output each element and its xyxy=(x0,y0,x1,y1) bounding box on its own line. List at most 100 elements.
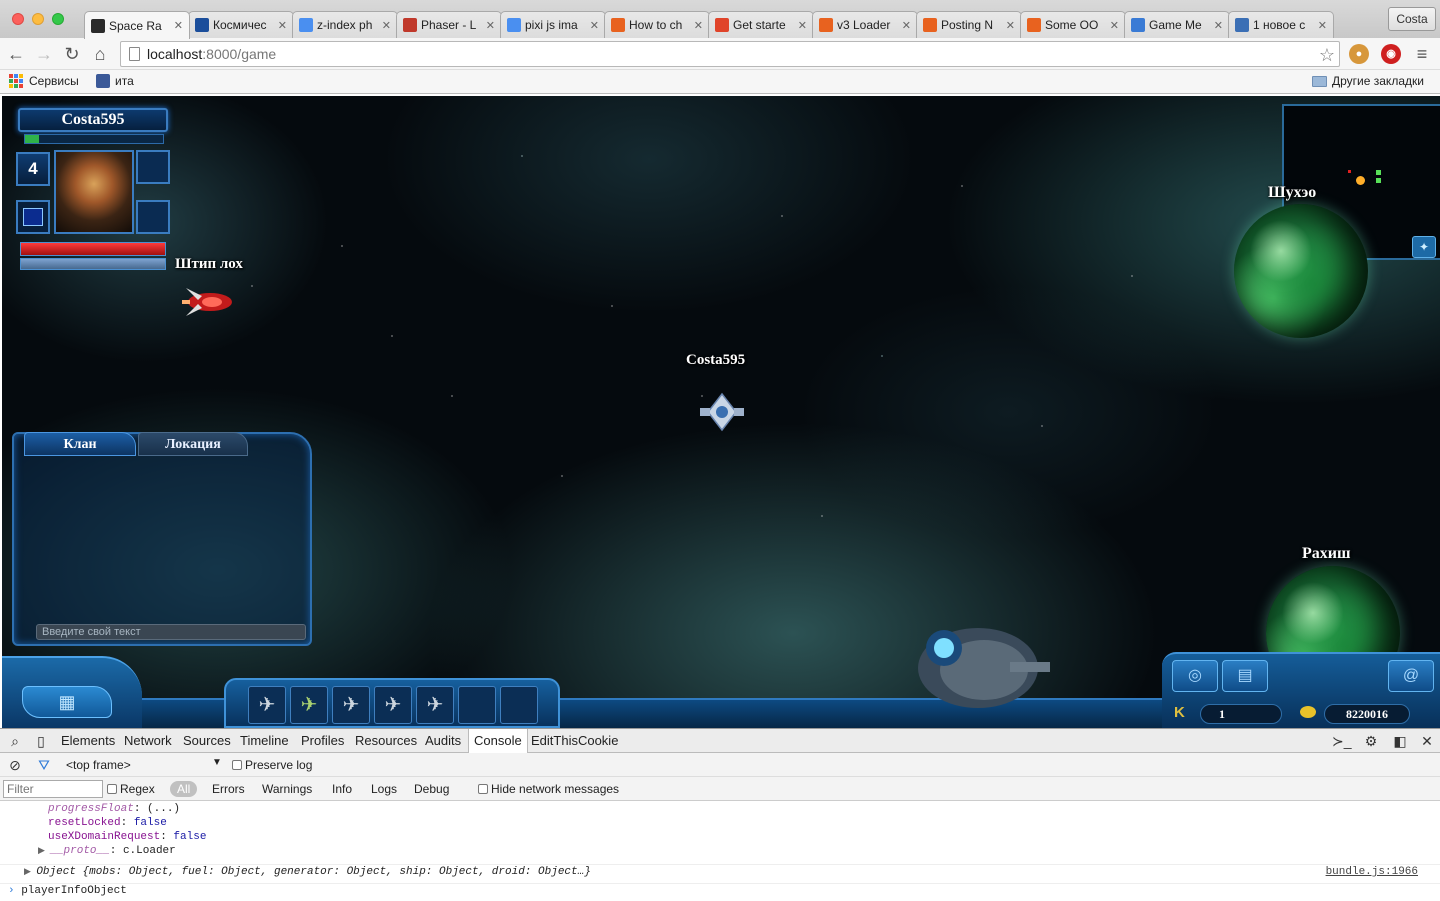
browser-tab[interactable]: 1 новое с ✕ xyxy=(1228,11,1334,38)
tab-close-icon[interactable]: ✕ xyxy=(1006,19,1015,32)
browser-tab[interactable]: z-index ph ✕ xyxy=(292,11,398,38)
chat-bubble-icon[interactable]: ◎ xyxy=(1172,660,1218,692)
console-log-entry[interactable]: ▶ Object {mobs: Object, fuel: Object, ge… xyxy=(0,864,1440,878)
tab-close-icon[interactable]: ✕ xyxy=(174,19,183,32)
level-all[interactable]: All xyxy=(170,781,198,797)
settings-gear-icon[interactable]: ⚙ xyxy=(1362,732,1380,750)
weapon-slot-1[interactable]: ✈ xyxy=(248,686,286,724)
clear-console-icon[interactable]: ⊘ xyxy=(6,756,24,774)
filter-icon[interactable]: ⛛ xyxy=(35,756,53,774)
tab-resources[interactable]: Resources xyxy=(350,729,422,753)
journal-icon[interactable]: ▤ xyxy=(1222,660,1268,692)
bookmark-item[interactable]: ита xyxy=(96,74,134,88)
dock-side-icon[interactable]: ◧ xyxy=(1391,732,1409,750)
bookmark-star-icon[interactable]: ☆ xyxy=(1319,43,1335,67)
tab-close-icon[interactable]: ✕ xyxy=(278,19,287,32)
tab-editthiscookie[interactable]: EditThisCookie xyxy=(526,729,623,753)
weapon-slot-7[interactable] xyxy=(500,686,538,724)
weapon-slot-2[interactable]: ✈ xyxy=(290,686,328,724)
player-avatar[interactable] xyxy=(54,150,134,234)
preserve-log-toggle[interactable]: Preserve log xyxy=(232,758,312,772)
tab-close-icon[interactable]: ✕ xyxy=(486,19,495,32)
browser-tab[interactable]: v3 Loader ✕ xyxy=(812,11,918,38)
tab-location[interactable]: Локация xyxy=(138,432,248,456)
planet-top[interactable] xyxy=(1234,204,1368,338)
menu-icon[interactable]: ≡ xyxy=(1410,42,1434,66)
forward-arrow-icon[interactable]: → xyxy=(32,42,56,66)
browser-tab[interactable]: Phaser - L ✕ xyxy=(396,11,502,38)
console-line[interactable]: ▶ __proto__: c.Loader xyxy=(0,844,1440,858)
close-devtools-icon[interactable]: ✕ xyxy=(1418,732,1436,750)
weapon-slot-6[interactable] xyxy=(458,686,496,724)
filter-input[interactable] xyxy=(3,780,103,798)
browser-tab[interactable]: Posting N ✕ xyxy=(916,11,1022,38)
weapon-slot-5[interactable]: ✈ xyxy=(416,686,454,724)
address-bar[interactable]: localhost:8000/game ☆ xyxy=(120,41,1340,67)
tab-close-icon[interactable]: ✕ xyxy=(590,19,599,32)
back-arrow-icon[interactable]: ← xyxy=(4,42,28,66)
tab-network[interactable]: Network xyxy=(119,729,177,753)
buff-slot[interactable] xyxy=(136,200,170,234)
tab-close-icon[interactable]: ✕ xyxy=(902,19,911,32)
console-prompt[interactable]: › playerInfoObject xyxy=(0,883,1440,897)
game-canvas[interactable]: Costa595 4 Штип лох Costa595 ✦ Шухэо Рах… xyxy=(2,96,1440,728)
tab-close-icon[interactable]: ✕ xyxy=(382,19,391,32)
window-minimize-button[interactable] xyxy=(32,13,44,25)
swirl-icon[interactable]: @ xyxy=(1388,660,1434,692)
device-mode-icon[interactable]: ▯ xyxy=(32,732,50,750)
expand-triangle-icon[interactable]: ▶ xyxy=(24,867,36,877)
profile-button[interactable]: Costa xyxy=(1388,7,1436,31)
enemy-ship[interactable] xyxy=(178,282,236,322)
inspect-icon[interactable]: ⌕ xyxy=(6,732,24,750)
level-logs[interactable]: Logs xyxy=(367,781,401,797)
browser-tab[interactable]: Space Ra ✕ xyxy=(84,11,190,39)
tab-timeline[interactable]: Timeline xyxy=(235,729,294,753)
console-line: resetLocked: false xyxy=(48,817,167,829)
weapon-slot-3[interactable]: ✈ xyxy=(332,686,370,724)
level-debug[interactable]: Debug xyxy=(410,781,453,797)
bookmark-apps[interactable]: Сервисы xyxy=(9,74,79,88)
tab-close-icon[interactable]: ✕ xyxy=(1110,19,1119,32)
browser-tab[interactable]: Game Me ✕ xyxy=(1124,11,1230,38)
tab-sources[interactable]: Sources xyxy=(178,729,236,753)
tab-elements[interactable]: Elements xyxy=(56,729,120,753)
source-link[interactable]: bundle.js:1966 xyxy=(1326,865,1418,879)
tab-close-icon[interactable]: ✕ xyxy=(1214,19,1223,32)
reload-icon[interactable]: ↻ xyxy=(60,42,84,66)
browser-tab[interactable]: How to ch ✕ xyxy=(604,11,710,38)
minimap-toggle-button[interactable]: ✦ xyxy=(1412,236,1436,258)
bookmark-other[interactable]: Другие закладки xyxy=(1312,74,1424,88)
tab-clan[interactable]: Клан xyxy=(24,432,136,456)
tab-title: Get starte xyxy=(733,18,786,32)
expand-triangle-icon[interactable]: ▶ xyxy=(38,846,50,856)
player-ship[interactable] xyxy=(696,390,748,436)
space-station[interactable] xyxy=(914,612,1054,708)
chat-input[interactable]: Введите свой текст xyxy=(36,624,306,640)
frame-dropdown-icon[interactable]: ▼ xyxy=(212,757,222,768)
tab-console[interactable]: Console xyxy=(468,729,528,753)
tab-close-icon[interactable]: ✕ xyxy=(798,19,807,32)
home-icon[interactable]: ⌂ xyxy=(88,42,112,66)
browser-tab[interactable]: Get starte ✕ xyxy=(708,11,814,38)
tab-close-icon[interactable]: ✕ xyxy=(1318,19,1327,32)
window-close-button[interactable] xyxy=(12,13,24,25)
adblock-extension-icon[interactable]: ◉ xyxy=(1381,44,1401,64)
weapon-slot-4[interactable]: ✈ xyxy=(374,686,412,724)
window-maximize-button[interactable] xyxy=(52,13,64,25)
console-drawer-icon[interactable]: ≻_ xyxy=(1332,732,1352,750)
tab-audits[interactable]: Audits xyxy=(420,729,466,753)
buff-slot[interactable] xyxy=(136,150,170,184)
browser-tab[interactable]: pixi js ima ✕ xyxy=(500,11,606,38)
level-info[interactable]: Info xyxy=(328,781,356,797)
regex-toggle[interactable]: Regex xyxy=(107,782,155,796)
level-warnings[interactable]: Warnings xyxy=(258,781,316,797)
level-errors[interactable]: Errors xyxy=(208,781,249,797)
cookie-extension-icon[interactable]: ● xyxy=(1349,44,1369,64)
frame-select[interactable]: <top frame> xyxy=(66,758,131,772)
hide-network-toggle[interactable]: Hide network messages xyxy=(478,782,619,796)
tab-profiles[interactable]: Profiles xyxy=(296,729,349,753)
main-menu-button[interactable]: ▦ xyxy=(22,686,112,718)
browser-tab[interactable]: Some OO ✕ xyxy=(1020,11,1126,38)
browser-tab[interactable]: Космичес ✕ xyxy=(188,11,294,38)
tab-close-icon[interactable]: ✕ xyxy=(694,19,703,32)
